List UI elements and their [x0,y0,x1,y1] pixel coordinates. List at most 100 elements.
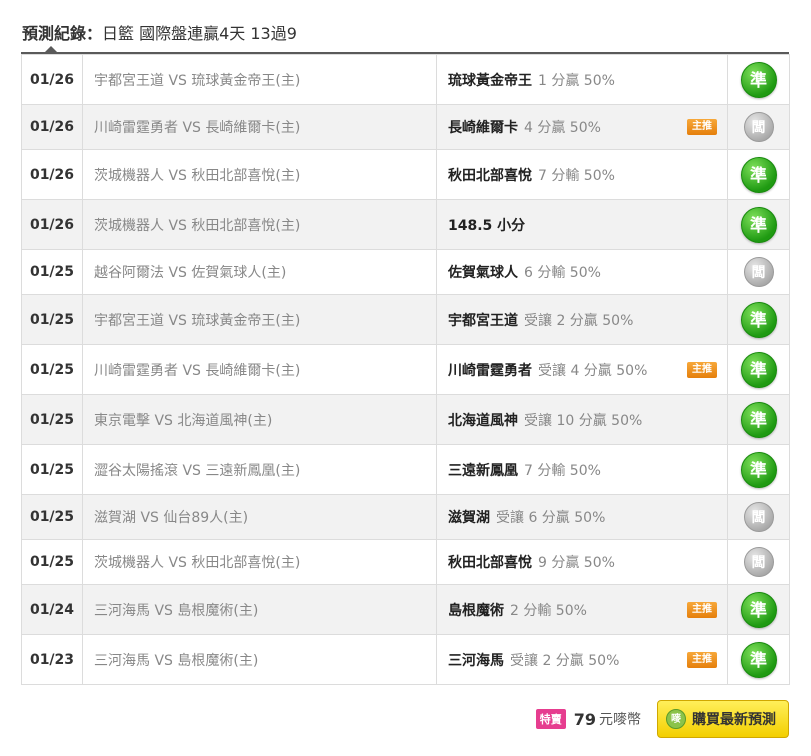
record-match: 澀谷太陽搖滾 VS 三遠新鳳凰(主) [82,444,437,495]
record-row: 01/25 越谷阿爾法 VS 佐賀氣球人(主) 佐賀氣球人 6 分輸 50% 闆 [21,249,790,295]
header-notch [45,46,57,52]
result-win-icon: 準 [740,61,777,98]
record-date: 01/25 [21,444,83,495]
record-date: 01/25 [21,394,83,445]
pick-detail: 7 分輸 50% [524,462,601,479]
pick-team: 川崎雷霆勇者 [448,362,532,379]
record-result: 準 [727,634,790,685]
pick-team: 148.5 小分 [448,217,526,234]
page-title: 預測紀錄：日籃 國際盤連贏4天 13過9 [22,20,297,44]
result-win-icon: 準 [740,591,777,628]
record-result: 準 [727,344,790,395]
record-pick: 佐賀氣球人 6 分輸 50% [436,249,728,295]
pick-team: 三河海馬 [448,652,504,669]
pick-detail: 6 分輸 50% [524,265,601,281]
record-row: 01/25 川崎雷霆勇者 VS 長崎維爾卡(主) 川崎雷霆勇者 受讓 4 分贏 50%… [21,344,790,395]
record-date: 01/24 [21,584,83,635]
record-match: 滋賀湖 VS 仙台89人(主) [82,494,437,540]
pick-team: 琉球黃金帝王 [448,72,532,89]
coin-icon: 嘜 [666,709,686,729]
price-value: 79 [573,709,596,729]
main-pick-badge: 主推 [687,361,717,378]
main-pick-badge: 主推 [687,119,717,135]
record-result: 闆 [727,249,790,295]
result-win-icon: 準 [740,156,777,193]
record-result: 準 [727,149,790,200]
record-pick: 川崎雷霆勇者 受讓 4 分贏 50% 主推 [436,344,728,395]
pick-detail: 1 分贏 50% [538,72,615,89]
result-push-icon: 闆 [743,502,774,532]
record-pick: 秋田北部喜悅 9 分贏 50% [436,539,728,585]
record-row: 01/26 宇都宮王道 VS 琉球黃金帝王(主) 琉球黃金帝王 1 分贏 50% 準 [21,54,790,105]
record-date: 01/25 [21,539,83,585]
record-match: 茨城機器人 VS 秋田北部喜悅(主) [82,539,437,585]
result-push-icon: 闆 [743,257,774,287]
pick-detail: 受讓 6 分贏 50% [496,510,606,526]
pick-team: 佐賀氣球人 [448,265,518,281]
pick-detail: 受讓 2 分贏 50% [524,312,634,329]
pick-team: 長崎維爾卡 [448,120,518,136]
record-match: 三河海馬 VS 島根魔術(主) [82,584,437,635]
record-row: 01/24 三河海馬 VS 島根魔術(主) 島根魔術 2 分輸 50% 主推 準 [21,584,790,635]
result-win-icon: 準 [740,641,777,678]
price-unit: 元嘜幣 [599,712,641,728]
buy-latest-prediction-button[interactable]: 嘜 購買最新預測 [657,700,789,738]
pick-detail: 受讓 2 分贏 50% [510,652,620,669]
pick-team: 三遠新鳳凰 [448,462,518,479]
record-pick: 琉球黃金帝王 1 分贏 50% [436,54,728,105]
record-date: 01/26 [21,54,83,105]
pick-team: 宇都宮王道 [448,312,518,329]
record-result: 準 [727,54,790,105]
record-date: 01/23 [21,634,83,685]
record-pick: 三河海馬 受讓 2 分贏 50% 主推 [436,634,728,685]
pick-detail: 2 分輸 50% [510,602,587,619]
pick-detail: 受讓 10 分贏 50% [524,412,643,429]
record-date: 01/26 [21,104,83,150]
buy-button-label: 購買最新預測 [692,712,776,728]
record-result: 準 [727,444,790,495]
result-push-icon: 闆 [743,547,774,577]
record-date: 01/25 [21,294,83,345]
pick-team: 島根魔術 [448,602,504,619]
record-row: 01/26 茨城機器人 VS 秋田北部喜悅(主) 秋田北部喜悅 7 分輸 50% 準 [21,149,790,200]
main-pick-badge: 主推 [687,651,717,668]
record-result: 闆 [727,539,790,585]
record-row: 01/26 茨城機器人 VS 秋田北部喜悅(主) 148.5 小分 準 [21,199,790,250]
purchase-bar: 特賣 79 元嘜幣 嘜 購買最新預測 [535,700,789,738]
records-table: 01/26 宇都宮王道 VS 琉球黃金帝王(主) 琉球黃金帝王 1 分贏 50% 準 01… [21,54,790,685]
record-match: 宇都宮王道 VS 琉球黃金帝王(主) [82,54,437,105]
record-pick: 滋賀湖 受讓 6 分贏 50% [436,494,728,540]
pick-detail: 4 分贏 50% [524,120,601,136]
record-result: 準 [727,294,790,345]
record-result: 闆 [727,494,790,540]
special-sale-badge: 特賣 [535,709,566,729]
record-row: 01/25 澀谷太陽搖滾 VS 三遠新鳳凰(主) 三遠新鳳凰 7 分輸 50% 準 [21,444,790,495]
pick-detail: 9 分贏 50% [538,555,615,571]
record-result: 準 [727,394,790,445]
record-date: 01/25 [21,344,83,395]
record-match: 三河海馬 VS 島根魔術(主) [82,634,437,685]
result-win-icon: 準 [740,206,777,243]
record-match: 東京電擊 VS 北海道風神(主) [82,394,437,445]
main-pick-badge: 主推 [687,601,717,618]
record-date: 01/25 [21,249,83,295]
record-pick: 148.5 小分 [436,199,728,250]
record-pick: 島根魔術 2 分輸 50% 主推 [436,584,728,635]
title-label: 預測紀錄： [22,24,103,43]
result-win-icon: 準 [740,451,777,488]
result-win-icon: 準 [740,401,777,438]
record-date: 01/26 [21,149,83,200]
record-row: 01/23 三河海馬 VS 島根魔術(主) 三河海馬 受讓 2 分贏 50% 主推 準 [21,634,790,685]
pick-team: 秋田北部喜悅 [448,555,532,571]
record-match: 越谷阿爾法 VS 佐賀氣球人(主) [82,249,437,295]
result-win-icon: 準 [740,351,777,388]
record-result: 闆 [727,104,790,150]
result-win-icon: 準 [740,301,777,338]
record-date: 01/25 [21,494,83,540]
pick-team: 滋賀湖 [448,510,490,526]
record-row: 01/26 川崎雷霆勇者 VS 長崎維爾卡(主) 長崎維爾卡 4 分贏 50% 主推 闆 [21,104,790,150]
record-match: 茨城機器人 VS 秋田北部喜悅(主) [82,149,437,200]
pick-team: 北海道風神 [448,412,518,429]
record-match: 川崎雷霆勇者 VS 長崎維爾卡(主) [82,104,437,150]
record-pick: 長崎維爾卡 4 分贏 50% 主推 [436,104,728,150]
